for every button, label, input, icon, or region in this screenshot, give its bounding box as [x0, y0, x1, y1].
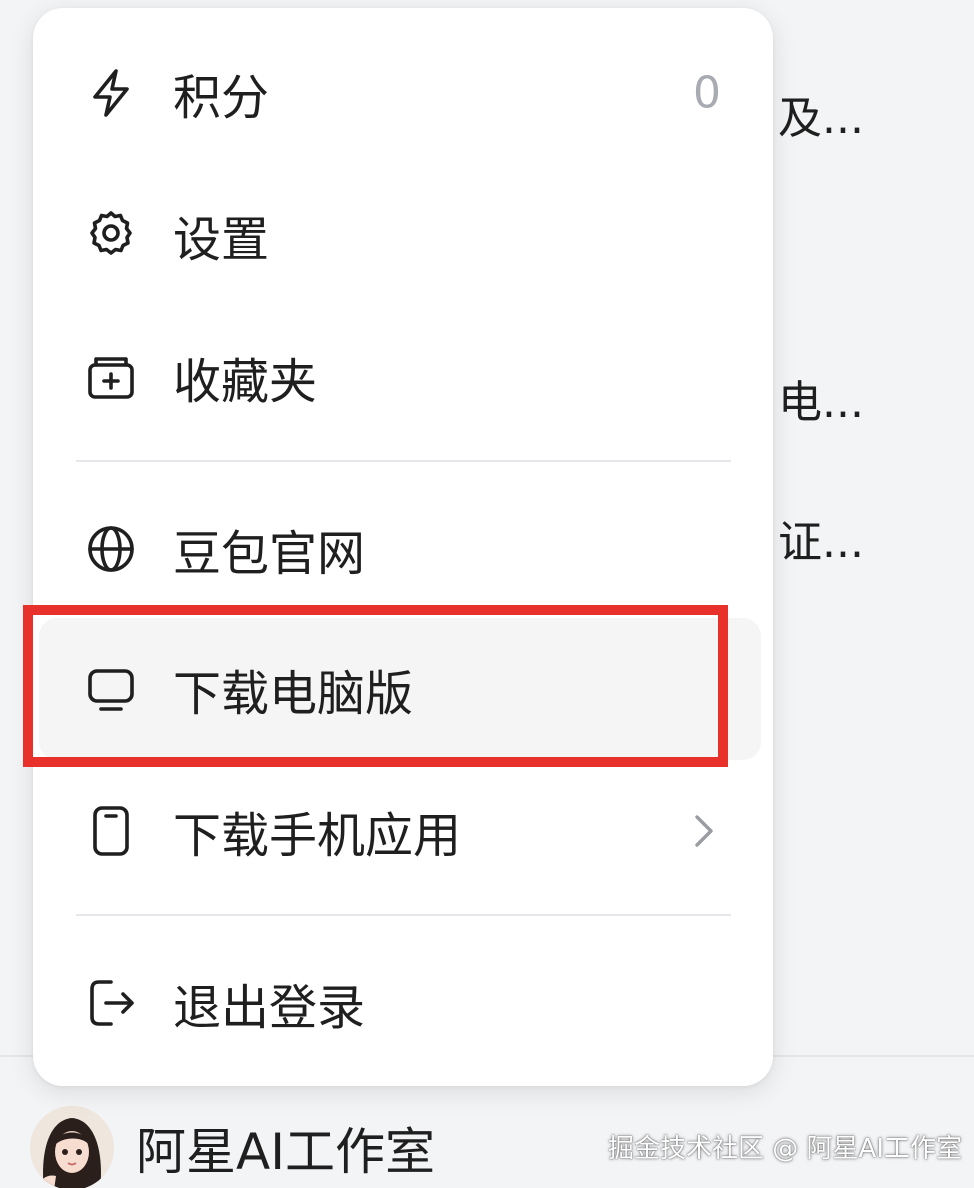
globe-icon: [83, 521, 139, 577]
menu-item-download-mobile[interactable]: 下载手机应用: [33, 766, 773, 896]
menu-item-logout[interactable]: 退出登录: [33, 938, 773, 1068]
collection-folder-icon: [83, 349, 139, 405]
background-list-item[interactable]: 证...: [778, 506, 864, 570]
menu-item-label: 豆包官网: [173, 526, 366, 582]
watermark: 掘金技术社区 @ 阿星AI工作室: [608, 1134, 962, 1164]
phone-icon: [83, 803, 139, 859]
lightning-icon: [83, 65, 139, 121]
menu-item-favorites[interactable]: 收藏夹: [33, 312, 773, 442]
menu-item-settings[interactable]: 设置: [33, 170, 773, 300]
annotation-highlight-box: [23, 605, 728, 767]
avatar-image: [30, 1106, 114, 1188]
gear-icon: [83, 207, 139, 263]
background-list-item[interactable]: 电...: [778, 366, 864, 430]
avatar[interactable]: [30, 1106, 114, 1188]
menu-item-label: 退出登录: [173, 980, 366, 1036]
username[interactable]: 阿星AI工作室: [136, 1112, 435, 1184]
chevron-right-icon: [691, 809, 717, 853]
menu-item-label: 收藏夹: [173, 354, 318, 410]
screen: 及... 电... 证... 阿星AI工作室 掘金技术社区 @ 阿星AI工作室 …: [0, 0, 974, 1188]
points-value: 0: [693, 67, 721, 119]
menu-item-label: 下载手机应用: [173, 808, 462, 864]
account-menu: 积分 0 设置 收藏夹 豆包官网 下载电脑版 下载手机应用 退出登录: [33, 8, 773, 1086]
menu-item-label: 设置: [173, 212, 270, 268]
menu-divider: [76, 914, 731, 916]
menu-item-points[interactable]: 积分 0: [33, 28, 773, 158]
menu-item-label: 积分: [173, 70, 270, 126]
logout-icon: [83, 975, 139, 1031]
background-list-item[interactable]: 及...: [778, 82, 864, 146]
menu-item-official-site[interactable]: 豆包官网: [33, 484, 773, 614]
menu-divider: [76, 460, 731, 462]
